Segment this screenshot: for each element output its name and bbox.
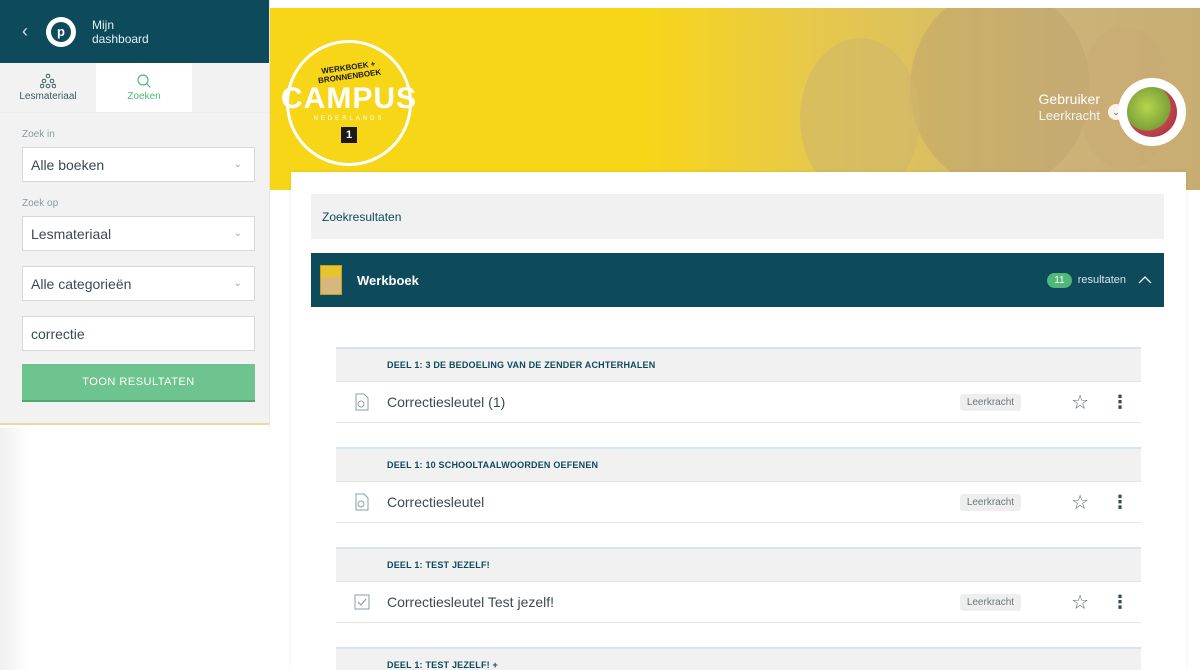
- checkbox-icon: [336, 593, 387, 611]
- section-header: DEEL 1: TEST JEZELF! +: [336, 647, 1141, 670]
- more-vertical-icon[interactable]: ⋮: [1111, 392, 1129, 413]
- chevron-left-icon[interactable]: ‹: [22, 21, 44, 42]
- brand-logo[interactable]: p: [46, 16, 76, 47]
- star-icon[interactable]: ☆: [1071, 590, 1089, 615]
- result-count-label: resultaten: [1077, 274, 1126, 286]
- section-header: DEEL 1: 10 SCHOOLTAALWOORDEN OEFENEN: [336, 447, 1141, 481]
- hierarchy-icon: [40, 73, 56, 91]
- dashboard-title-line1: Mijn: [92, 17, 115, 32]
- chevron-down-icon: ⌄: [233, 278, 242, 289]
- book-title: Werkboek: [357, 272, 419, 288]
- more-vertical-icon[interactable]: ⋮: [1111, 492, 1129, 513]
- section-header: DEEL 1: 3 DE BEDOELING VAN DE ZENDER ACH…: [336, 347, 1141, 381]
- user-info[interactable]: Gebruiker Leerkracht: [1039, 90, 1100, 124]
- more-vertical-icon[interactable]: ⋮: [1111, 592, 1129, 613]
- sidebar-tabs: Lesmateriaal Zoeken: [0, 63, 269, 113]
- search-on-select[interactable]: Lesmateriaal ⌄: [22, 216, 255, 251]
- badge-number: 1: [341, 127, 357, 143]
- star-icon[interactable]: ☆: [1071, 390, 1089, 415]
- search-input[interactable]: [22, 316, 255, 351]
- chevron-down-icon: ⌄: [233, 159, 242, 170]
- document-icon: [336, 392, 387, 412]
- section-header: DEEL 1: TEST JEZELF!: [336, 547, 1141, 581]
- tab-lesmateriaal[interactable]: Lesmateriaal: [0, 63, 96, 112]
- result-row[interactable]: Correctiesleutel Leerkracht ☆ ⋮: [336, 481, 1141, 523]
- chevron-down-icon: ⌄: [233, 228, 242, 239]
- result-row[interactable]: Correctiesleutel Test jezelf! Leerkracht…: [336, 581, 1141, 623]
- tab-lesmateriaal-label: Lesmateriaal: [19, 91, 77, 102]
- show-results-button[interactable]: TOON RESULTATEN: [22, 364, 255, 402]
- star-icon[interactable]: ☆: [1071, 490, 1089, 515]
- search-in-label: Zoek in: [22, 129, 55, 140]
- dashboard-title-line2: dashboard: [92, 31, 149, 46]
- role-badge: Leerkracht: [959, 593, 1022, 611]
- sidebar: ‹ p Mijn dashboard Lesmateriaal Zoeken Z…: [0, 0, 270, 670]
- book-cover-badge: WERKBOEK + BRONNENBOEK CAMPUS NEDERLANDS…: [281, 40, 416, 166]
- tab-zoeken-label: Zoeken: [127, 91, 161, 102]
- result-title[interactable]: Correctiesleutel: [387, 494, 960, 510]
- user-role: Leerkracht: [1038, 108, 1100, 123]
- result-title[interactable]: Correctiesleutel (1): [387, 394, 960, 410]
- results-title: Zoekresultaten: [311, 194, 1164, 239]
- result-count-badge: 11: [1047, 272, 1072, 288]
- result-sections: DEEL 1: 3 DE BEDOELING VAN DE ZENDER ACH…: [336, 347, 1141, 670]
- user-name: Gebruiker: [1038, 91, 1100, 107]
- badge-sub-text: NEDERLANDS: [313, 116, 385, 122]
- dashboard-link[interactable]: Mijn dashboard: [92, 18, 149, 46]
- sidebar-empty-area: [0, 428, 270, 670]
- search-form: Zoek in Alle boeken ⌄ Zoek op Lesmateria…: [0, 113, 269, 425]
- result-title[interactable]: Correctiesleutel Test jezelf!: [387, 594, 960, 610]
- sidebar-header: ‹ p Mijn dashboard: [0, 0, 269, 63]
- category-value: Alle categorieën: [31, 275, 132, 292]
- sidebar-shade: [0, 428, 30, 670]
- tab-zoeken[interactable]: Zoeken: [96, 63, 192, 112]
- search-in-value: Alle boeken: [31, 156, 105, 173]
- book-thumbnail: [320, 265, 342, 295]
- search-on-value: Lesmateriaal: [31, 225, 112, 242]
- search-icon: [136, 73, 152, 91]
- avatar[interactable]: [1118, 78, 1186, 146]
- role-badge: Leerkracht: [959, 493, 1022, 511]
- book-header: WERKBOEK + BRONNENBOEK CAMPUS NEDERLANDS…: [270, 8, 1200, 190]
- chevron-up-icon[interactable]: [1138, 276, 1152, 284]
- document-icon: [336, 492, 387, 512]
- search-in-select[interactable]: Alle boeken ⌄: [22, 147, 255, 182]
- search-on-label: Zoek op: [22, 198, 59, 209]
- category-select[interactable]: Alle categorieën ⌄: [22, 266, 255, 301]
- tabs-filler: [192, 63, 269, 112]
- result-row[interactable]: Correctiesleutel (1) Leerkracht ☆ ⋮: [336, 381, 1141, 423]
- header-photo: [640, 8, 1200, 190]
- book-group-header[interactable]: Werkboek 11 resultaten: [311, 253, 1164, 307]
- role-badge: Leerkracht: [959, 393, 1022, 411]
- badge-main-text: CAMPUS: [281, 82, 418, 115]
